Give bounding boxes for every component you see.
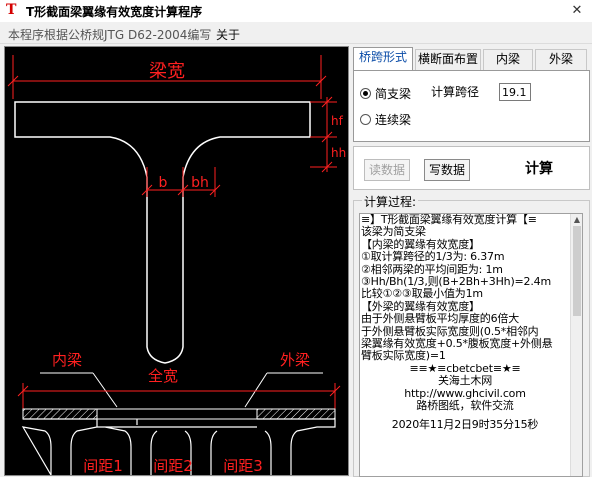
log-line: 该梁为简支梁: [361, 225, 426, 239]
log-scrollbar[interactable]: ▲: [570, 214, 582, 476]
haunch-label: bh: [191, 175, 209, 191]
web-label: b: [159, 175, 168, 191]
scroll-up-arrow-icon[interactable]: ▲: [572, 215, 582, 225]
tab-cross-section[interactable]: 横断面布置: [415, 49, 481, 70]
log-timestamp: 2020年11月2日9时35分15秒: [391, 417, 539, 431]
logo-line: 路桥图纸，软件交流: [416, 399, 514, 413]
title-bar: T T形截面梁翼缘有效宽度计算程序 ✕: [0, 0, 592, 22]
close-button[interactable]: ✕: [562, 0, 592, 22]
flange-width-label: 梁宽: [149, 61, 185, 82]
logo-line: 关海土木网: [438, 374, 492, 388]
calculation-log[interactable]: ≡】T形截面梁翼缘有效宽度计算【≡ 该梁为简支梁 【内梁的翼缘有效宽度】 ①取计…: [359, 213, 583, 477]
span-length-input[interactable]: [499, 83, 531, 101]
spacing-label-2: 间距2: [153, 457, 193, 475]
tab-span-type[interactable]: 桥跨形式: [353, 47, 413, 71]
log-line: 由于外侧悬臂板平均厚度的6倍大: [361, 312, 519, 326]
menu-item-about[interactable]: 关于: [216, 26, 240, 43]
leader-lines: [40, 372, 323, 408]
flange-thick-label: hf: [331, 114, 344, 128]
scroll-thumb[interactable]: [573, 226, 581, 316]
radio-continuous-span-label: 连续梁: [375, 113, 412, 127]
window-title: T形截面梁翼缘有效宽度计算程序: [26, 5, 203, 19]
app-icon: T: [6, 2, 17, 18]
write-data-button[interactable]: 写数据: [424, 159, 470, 181]
full-width-dimension: [17, 383, 341, 409]
spacing-label-3: 间距3: [223, 457, 263, 475]
calculation-process-label: 计算过程:: [362, 193, 419, 210]
thickness-dimensions: [310, 96, 337, 173]
span-length-label: 计算跨径: [430, 85, 479, 99]
span-type-panel: 简支梁 计算跨径 连续梁: [353, 70, 590, 142]
log-line: 比较①②③取最小值为1m: [361, 287, 483, 301]
inner-beam-label: 内梁: [52, 351, 82, 369]
t-beam-diagram: 梁宽 hf hh b bh 内梁 外梁 全宽 间距1 间距2 间距3: [7, 55, 346, 475]
radio-continuous-span-dot[interactable]: [360, 114, 371, 125]
calculation-log-lines: ≡】T形截面梁翼缘有效宽度计算【≡ 该梁为简支梁 【内梁的翼缘有效宽度】 ①取计…: [361, 214, 569, 431]
deck-middle: [96, 408, 258, 420]
radio-continuous-span[interactable]: 连续梁: [360, 111, 411, 128]
action-buttons: 读数据 写数据 计算: [353, 146, 590, 190]
radio-simple-span[interactable]: 简支梁: [360, 85, 411, 102]
log-line: 臂板实际宽度)=1: [361, 349, 446, 363]
deck-right: [256, 408, 336, 420]
calculate-button[interactable]: 计算: [504, 159, 574, 181]
full-width-label: 全宽: [148, 367, 178, 385]
calculation-process-group: 计算过程: ≡】T形截面梁翼缘有效宽度计算【≡ 该梁为简支梁 【内梁的翼缘有效宽…: [353, 193, 590, 477]
tab-inner-beam[interactable]: 内梁: [483, 49, 533, 70]
outer-beam-label: 外梁: [280, 351, 310, 369]
menu-bar: 本程序根据公桥规JTG D62-2004编写 关于: [0, 23, 592, 44]
radio-simple-span-label: 简支梁: [375, 87, 412, 101]
tab-strip: 桥跨形式 横断面布置 内梁 外梁: [353, 47, 590, 71]
log-line: ①取计算跨径的1/3为: 6.37m: [361, 250, 505, 264]
menu-item-info[interactable]: 本程序根据公桥规JTG D62-2004编写: [8, 26, 211, 43]
radio-simple-span-dot[interactable]: [360, 88, 371, 99]
deck-left: [22, 408, 98, 420]
tab-outer-beam[interactable]: 外梁: [535, 49, 587, 70]
section-drawing: 梁宽 hf hh b bh 内梁 外梁 全宽 间距1 间距2 间距3: [4, 46, 349, 476]
spacing-label-1: 间距1: [83, 457, 123, 475]
haunch-thick-label: hh: [331, 146, 346, 160]
t-beam-outline: [14, 101, 311, 364]
read-data-button[interactable]: 读数据: [364, 159, 410, 181]
